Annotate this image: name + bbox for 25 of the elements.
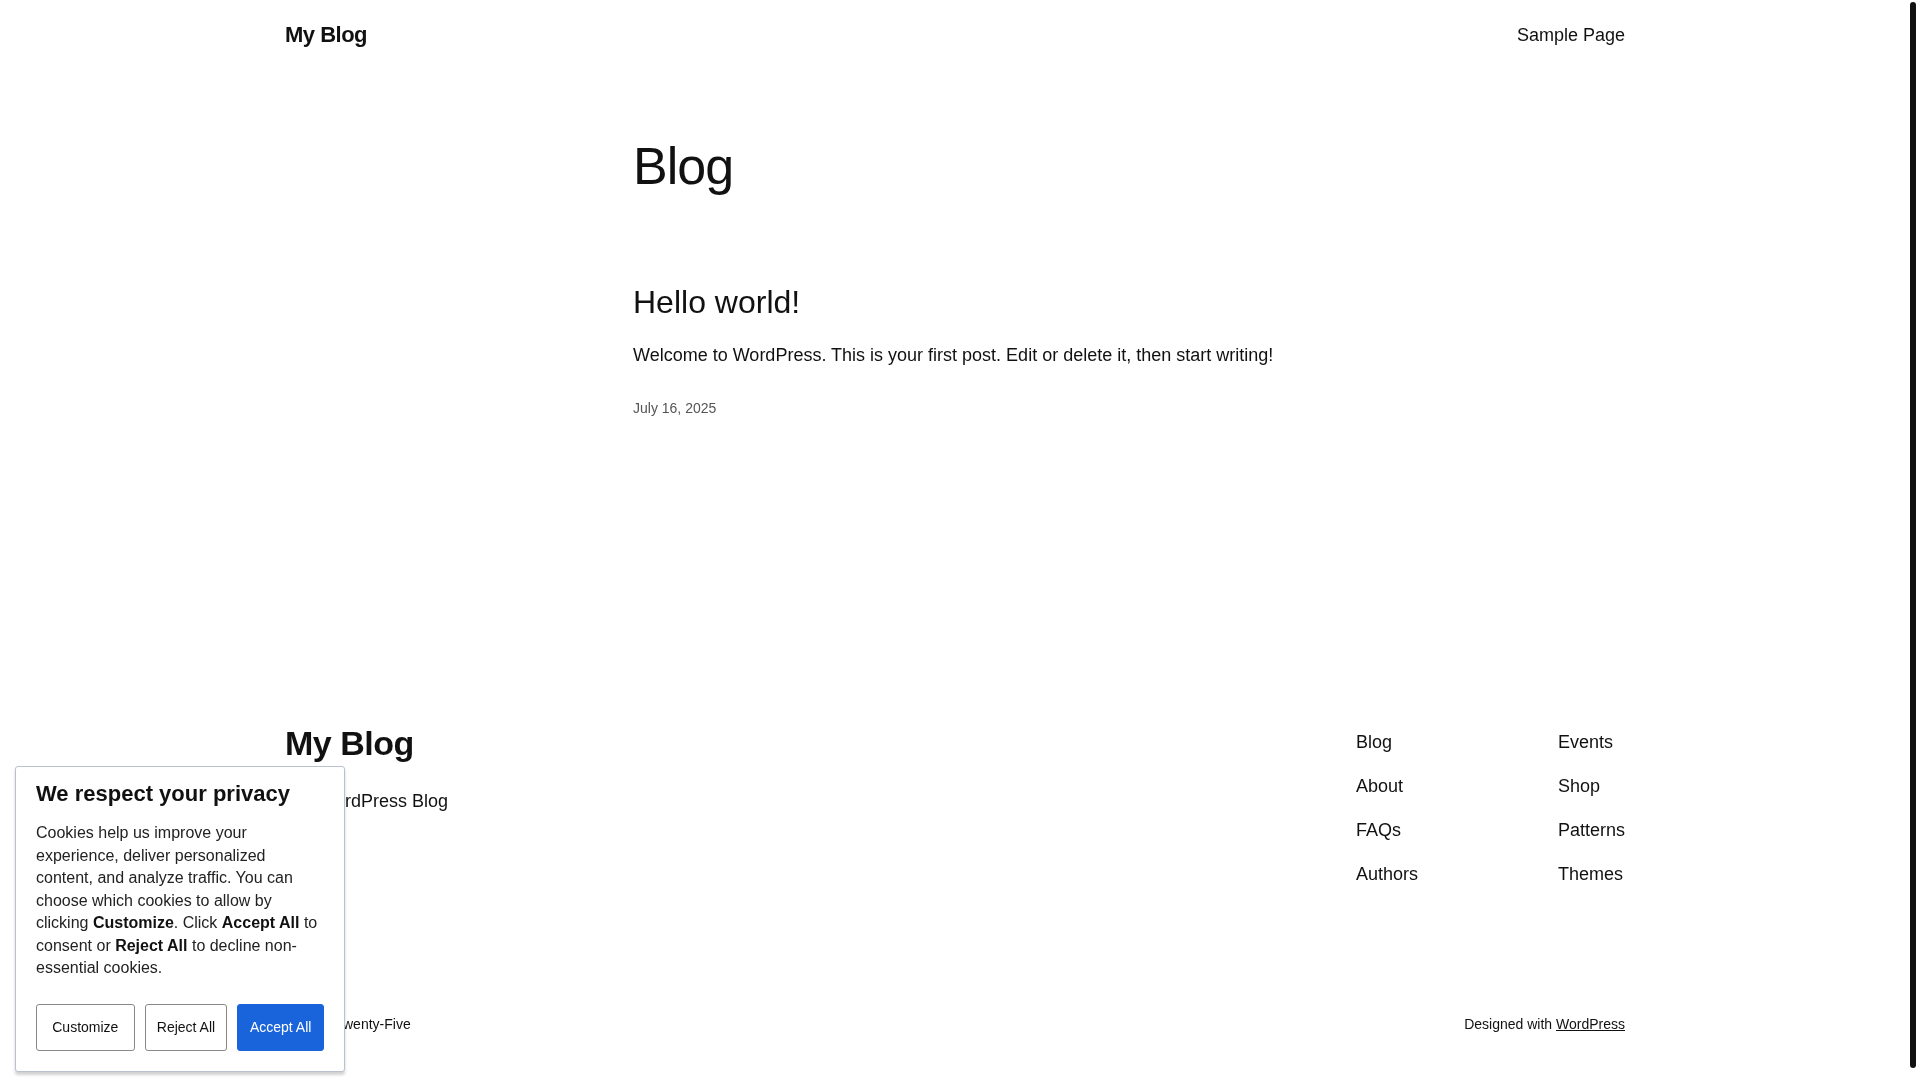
footer-site-title[interactable]: My Blog <box>285 726 414 760</box>
footer-link[interactable]: Themes <box>1557 863 1625 885</box>
nav-link[interactable]: Sample Page <box>1516 24 1625 46</box>
designed-with-credit: Designed with WordPress <box>1464 1016 1625 1032</box>
footer-link[interactable]: Shop <box>1557 775 1625 797</box>
cookie-title: We respect your privacy <box>36 781 291 807</box>
post-date: July 16, 2025 <box>633 400 718 416</box>
reject-all-button[interactable]: Reject All <box>144 1003 228 1051</box>
footer-link[interactable]: Patterns <box>1557 819 1625 841</box>
accept-all-button[interactable]: Accept All <box>237 1003 324 1051</box>
footer-link[interactable]: FAQs <box>1355 819 1558 841</box>
post-excerpt: Welcome to WordPress. This is your first post. Edit or delete it, then start writing! <box>633 345 1275 366</box>
footer-link[interactable]: Blog <box>1355 731 1558 753</box>
site-title[interactable]: My Blog <box>285 22 368 48</box>
page-title: Blog <box>633 136 735 196</box>
customize-button[interactable]: Customize <box>36 1003 135 1051</box>
theme-credit: wenty-Five <box>343 1016 411 1032</box>
cookie-text: Cookies help us improve your experience, deliver personalized content, and analyze traffic. You can choose which cookies to allow by clicking Customize. Click Accept All to consent or Reject All to decline non-essential cookies. <box>36 823 319 978</box>
footer-link[interactable]: Events <box>1557 731 1625 753</box>
post-title[interactable]: Hello world! <box>633 284 801 321</box>
scrollbar-thumb[interactable] <box>1910 2 1916 1068</box>
footer-link[interactable]: About <box>1355 775 1558 797</box>
site-tagline: rdPress Blog <box>345 791 449 812</box>
wordpress-link[interactable]: WordPress <box>1556 1016 1625 1032</box>
footer-link[interactable]: Authors <box>1355 863 1558 885</box>
